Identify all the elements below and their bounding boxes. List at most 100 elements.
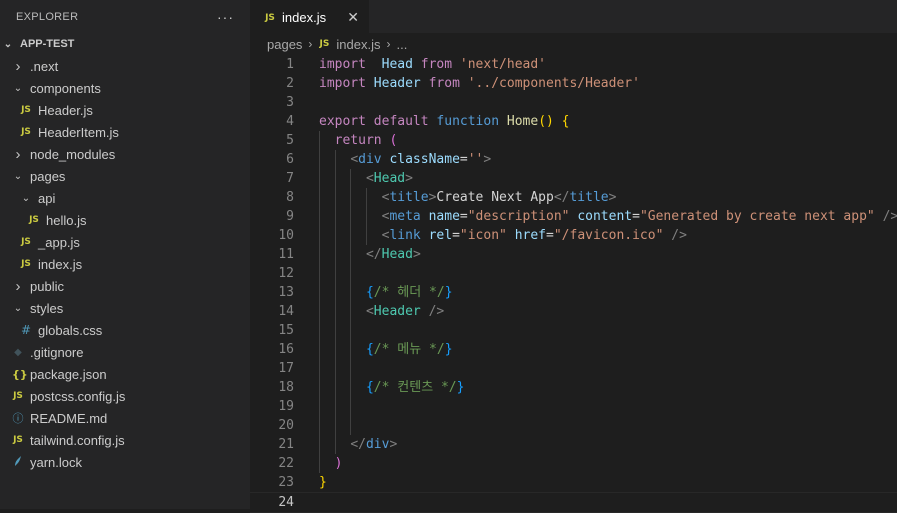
code-line[interactable]: 12: [250, 264, 897, 283]
code-editor[interactable]: 1 import Head from 'next/head' 2 import Hea…: [250, 55, 897, 513]
indent-guide: [319, 359, 320, 378]
indent-guide: [319, 264, 320, 283]
code-line[interactable]: 22 ): [250, 454, 897, 473]
tree-file[interactable]: ⓘ README.md: [0, 407, 250, 429]
js-file-icon: JS: [21, 127, 31, 137]
code-text: <Header />: [365, 304, 445, 319]
code-text: export default function Home() {: [319, 114, 570, 129]
code-line[interactable]: 23}: [250, 473, 897, 492]
line-number: 20: [278, 418, 294, 433]
line-number: 13: [278, 285, 294, 300]
line-number: 22: [278, 456, 294, 471]
code-line[interactable]: 11 </Head>: [250, 245, 897, 264]
code-line[interactable]: 10 <link rel="icon" href="/favicon.ico" …: [250, 226, 897, 245]
code-line[interactable]: 13 {/* 헤더 */}: [250, 283, 897, 302]
line-number: 10: [278, 228, 294, 243]
tree-folder[interactable]: › .next: [0, 55, 250, 77]
code-line[interactable]: 3: [250, 93, 897, 112]
indent-guide: [350, 264, 352, 283]
more-actions-icon[interactable]: ···: [217, 9, 234, 25]
tree-file[interactable]: {} package.json: [0, 363, 250, 385]
breadcrumb-more[interactable]: ...: [397, 37, 408, 52]
tree-folder[interactable]: › public: [0, 275, 250, 297]
tree-file[interactable]: JS HeaderItem.js: [0, 121, 250, 143]
tree-folder[interactable]: ⌄ api: [0, 187, 250, 209]
chevron-right-icon: ›: [15, 277, 21, 295]
line-number: 23: [278, 475, 294, 490]
line-number: 1: [286, 57, 294, 72]
tab-index-js[interactable]: JS index.js ✕: [250, 0, 369, 34]
chevron-down-icon: ⌄: [21, 192, 31, 204]
tree-item-label: _app.js: [38, 234, 80, 250]
js-file-icon: JS: [21, 259, 31, 269]
code-text: <Head>: [365, 171, 413, 186]
css-file-icon: #: [20, 323, 32, 337]
tree-folder[interactable]: ⌄ styles: [0, 297, 250, 319]
code-line[interactable]: 24: [250, 492, 897, 513]
tree-file[interactable]: JS _app.js: [0, 231, 250, 253]
code-line[interactable]: 21 </div>: [250, 435, 897, 454]
tree-file[interactable]: JS tailwind.config.js: [0, 429, 250, 451]
tree-item-label: globals.css: [38, 322, 103, 338]
explorer-header: EXPLORER ···: [0, 0, 250, 33]
line-number: 4: [286, 114, 294, 129]
code-text: <div className=''>: [350, 152, 492, 167]
close-icon[interactable]: ✕: [347, 9, 359, 26]
chevron-down-icon: ⌄: [13, 82, 23, 94]
tree-item-label: .gitignore: [30, 344, 84, 360]
code-line[interactable]: 9 <meta name="description" content="Gene…: [250, 207, 897, 226]
tree-item-label: .next: [30, 58, 59, 74]
indent-guide: [319, 416, 320, 435]
line-number: 9: [286, 209, 294, 224]
indent-guide: [319, 321, 320, 340]
code-line[interactable]: 16 {/* 메뉴 */}: [250, 340, 897, 359]
json-file-icon: {}: [12, 367, 28, 381]
code-line[interactable]: 1 import Head from 'next/head': [250, 55, 897, 74]
code-line[interactable]: 19: [250, 397, 897, 416]
code-line[interactable]: 15: [250, 321, 897, 340]
code-line[interactable]: 20: [250, 416, 897, 435]
tree-file[interactable]: JS Header.js: [0, 99, 250, 121]
code-line[interactable]: 14 <Header />: [250, 302, 897, 321]
line-number: 7: [286, 171, 294, 186]
code-text: import Head from 'next/head': [319, 57, 546, 72]
tree-item-label: yarn.lock: [30, 454, 83, 470]
tree-item-label: components: [30, 80, 101, 96]
code-text: </Head>: [365, 247, 421, 262]
breadcrumb: pages › JS index.js › ...: [250, 33, 897, 55]
indent-guide: [334, 416, 336, 435]
tree-file[interactable]: JS hello.js: [0, 209, 250, 231]
code-line[interactable]: 17: [250, 359, 897, 378]
code-text: </div>: [350, 437, 398, 452]
tree-file[interactable]: # globals.css: [0, 319, 250, 341]
project-name: APP-TEST: [20, 38, 75, 50]
explorer-title: EXPLORER: [16, 10, 79, 23]
breadcrumb-file[interactable]: index.js: [336, 37, 380, 52]
tree-folder[interactable]: ⌄ pages: [0, 165, 250, 187]
tree-item-label: README.md: [30, 410, 108, 426]
tree-item-label: styles: [30, 300, 64, 316]
tree-file[interactable]: yarn.lock: [0, 451, 250, 473]
code-line[interactable]: 7 <Head>: [250, 169, 897, 188]
code-line[interactable]: 6 <div className=''>: [250, 150, 897, 169]
js-file-icon: JS: [13, 391, 23, 401]
js-file-icon: JS: [29, 215, 39, 225]
code-text: <title>Create Next App</title>: [381, 190, 617, 205]
chevron-down-icon: ⌄: [3, 38, 13, 50]
indent-guide: [350, 416, 352, 435]
project-folder[interactable]: ⌄ APP-TEST: [0, 33, 250, 55]
tree-folder[interactable]: › node_modules: [0, 143, 250, 165]
chevron-right-icon: ›: [15, 57, 21, 75]
code-line[interactable]: 4 export default function Home() {: [250, 112, 897, 131]
tree-file[interactable]: JS postcss.config.js: [0, 385, 250, 407]
code-text: import Header from '../components/Header…: [319, 76, 640, 91]
breadcrumb-folder[interactable]: pages: [267, 37, 302, 52]
code-line[interactable]: 18 {/* 컨텐츠 */}: [250, 378, 897, 397]
tree-item-label: hello.js: [46, 212, 87, 228]
tree-folder[interactable]: ⌄ components: [0, 77, 250, 99]
code-line[interactable]: 8 <title>Create Next App</title>: [250, 188, 897, 207]
tree-file[interactable]: ◆ .gitignore: [0, 341, 250, 363]
tree-file[interactable]: JS index.js: [0, 253, 250, 275]
code-line[interactable]: 5 return (: [250, 131, 897, 150]
code-line[interactable]: 2 import Header from '../components/Heade…: [250, 74, 897, 93]
